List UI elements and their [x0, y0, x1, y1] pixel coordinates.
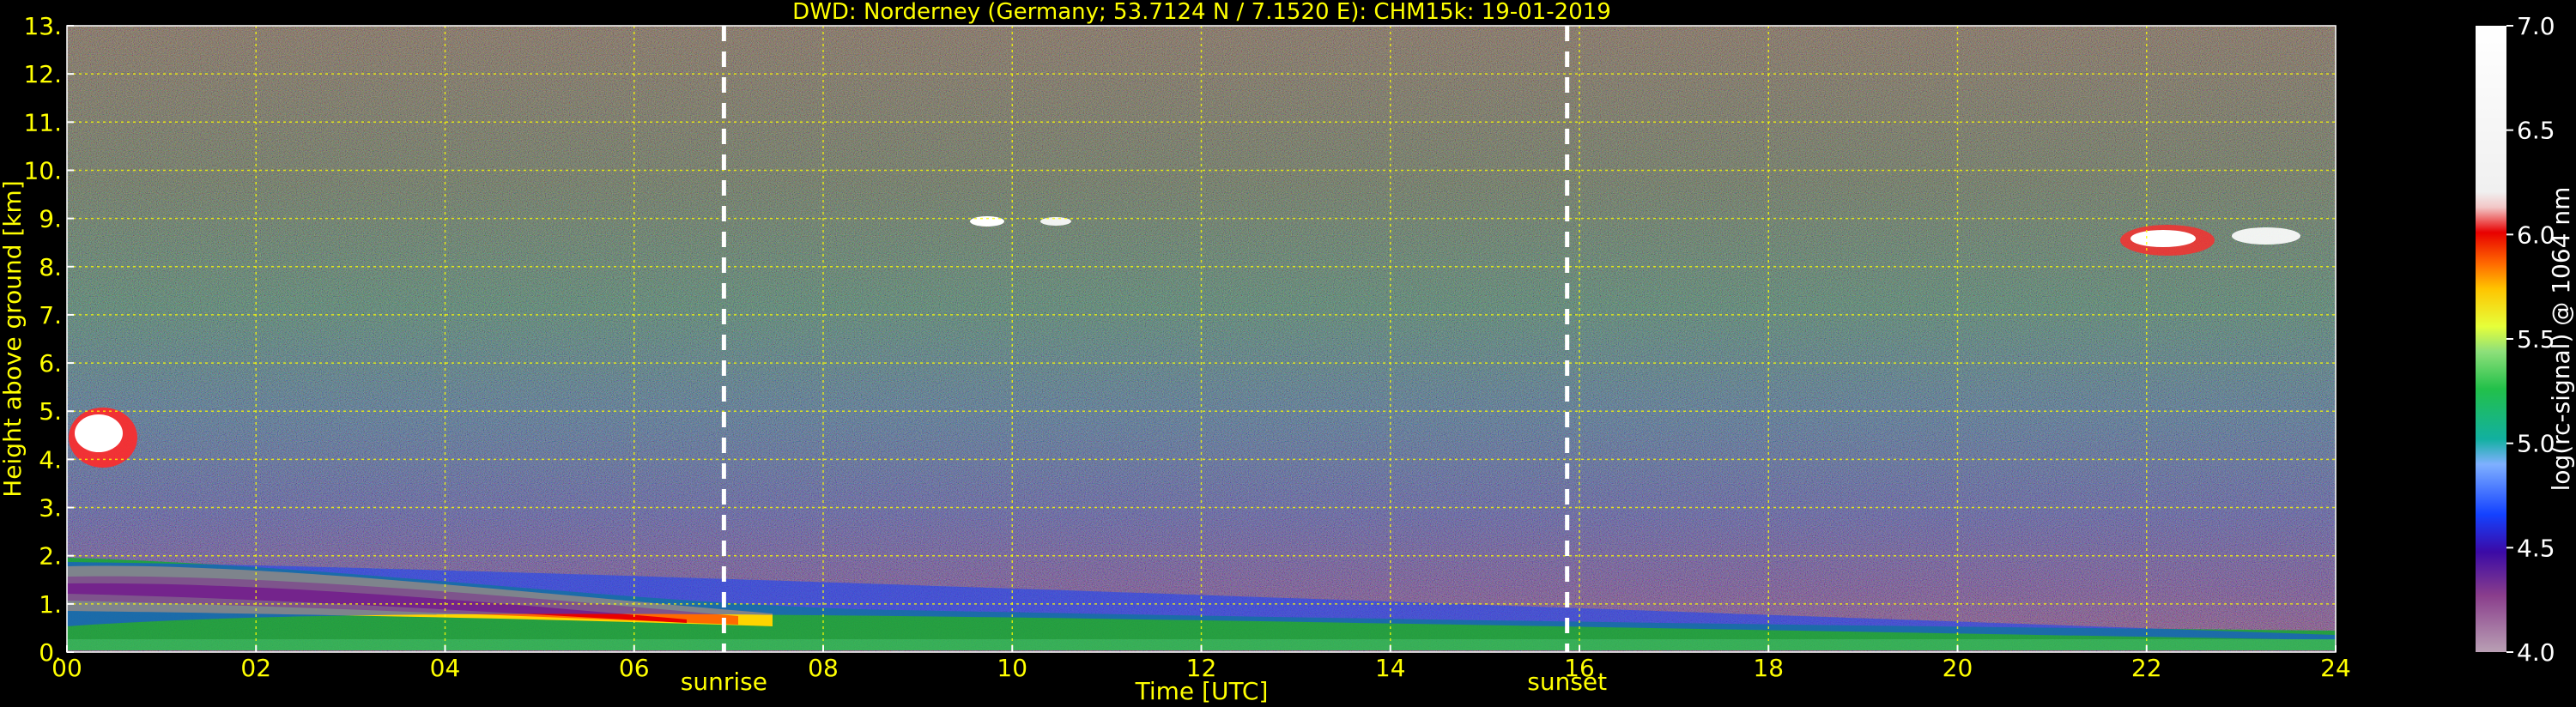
y-tick-label: 6. — [39, 349, 62, 378]
x-tick-label: 10 — [997, 654, 1027, 682]
x-tick-label: 04 — [430, 654, 461, 682]
x-tick-label: 18 — [1753, 654, 1784, 682]
y-tick-label: 1. — [39, 590, 62, 619]
y-axis-label: Height above ground [km] — [0, 180, 27, 498]
x-axis-label: Time [UTC] — [1135, 677, 1269, 705]
x-tick-label: 14 — [1375, 654, 1406, 682]
chart-title: DWD: Norderney (Germany; 53.7124 N / 7.1… — [792, 0, 1611, 25]
y-tick-label: 4. — [39, 445, 62, 474]
y-tick-label: 8. — [39, 253, 62, 281]
y-tick-label: 7. — [39, 301, 62, 329]
x-tick-label: 06 — [619, 654, 650, 682]
y-axis-ticks: 0. 1. 2. 3. 4. 5. 6. 7. 8. 9. 10. 11. 12. 13. — [23, 12, 74, 667]
y-tick-label: 5. — [39, 397, 62, 426]
x-tick-label: 22 — [2131, 654, 2162, 682]
y-tick-label: 3. — [39, 494, 62, 523]
colorbar-tick-label: 6.5 — [2517, 117, 2555, 145]
sun-marker-label: sunrise — [681, 668, 767, 696]
colorbar-tick-label: 4.5 — [2517, 534, 2555, 562]
y-tick-label: 2. — [39, 542, 62, 571]
y-tick-label: 13. — [23, 12, 62, 40]
y-tick-label: 12. — [23, 60, 62, 88]
x-tick-label: 20 — [1943, 654, 1973, 682]
x-tick-label: 16 — [1564, 654, 1595, 682]
y-tick-label: 0. — [39, 638, 62, 667]
ceilometer-chart: sunrise sunset 00 02 04 06 08 10 12 14 16 18 20 22 24… — [0, 0, 2575, 705]
y-tick-label: 9. — [39, 205, 62, 233]
colorbar-tick-label: 7.0 — [2517, 12, 2555, 40]
colorbar-tick-label: 4.0 — [2517, 638, 2555, 667]
y-tick-label: 11. — [23, 108, 62, 136]
colorbar-label: log(rc-signal) @ 1064 nm — [2547, 187, 2575, 492]
x-tick-label: 24 — [2320, 654, 2351, 682]
y-tick-label: 10. — [23, 156, 62, 184]
colorbar — [2476, 26, 2506, 652]
x-tick-label: 02 — [240, 654, 271, 682]
x-tick-label: 08 — [808, 654, 839, 682]
